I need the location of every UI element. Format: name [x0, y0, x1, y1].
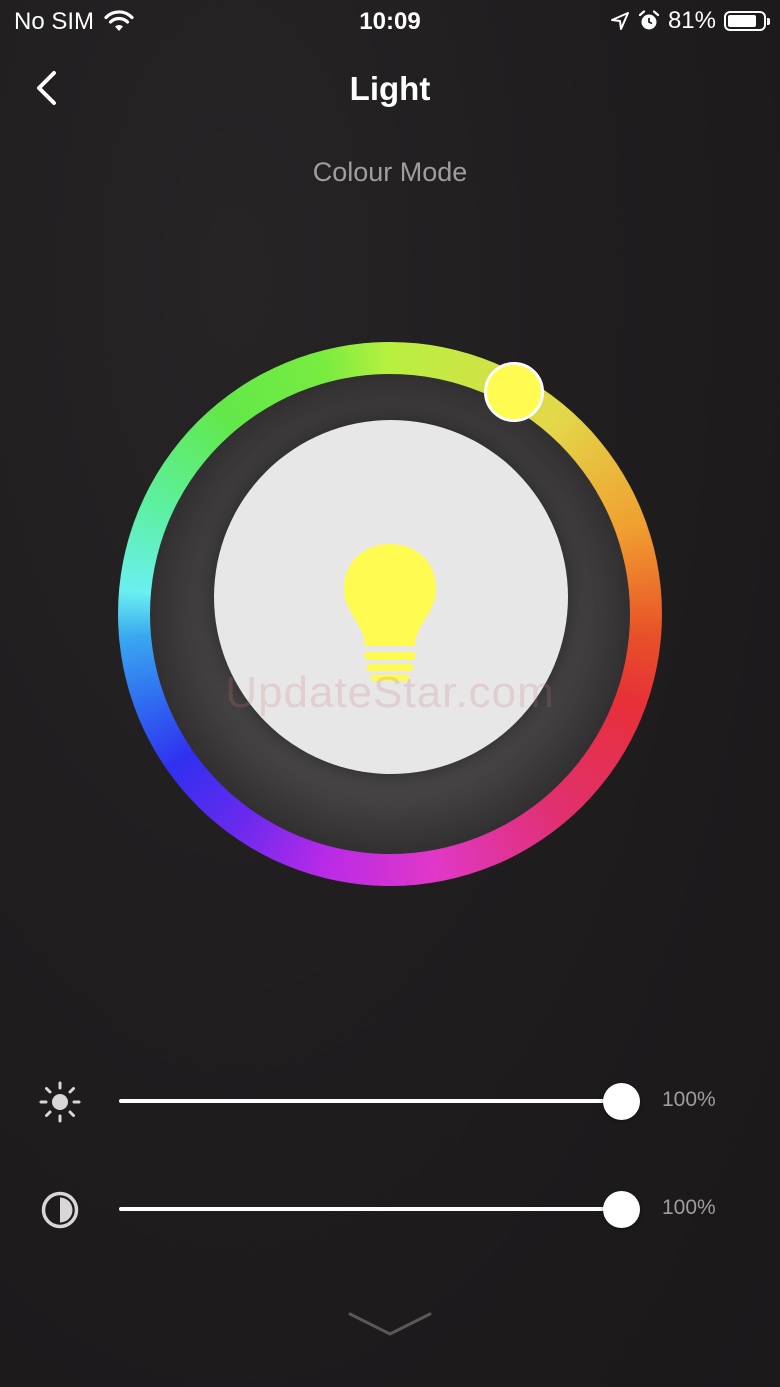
- location-arrow-icon: [610, 12, 629, 30]
- color-wheel[interactable]: [118, 342, 662, 886]
- status-right: 81%: [610, 7, 770, 35]
- colour-mode-label[interactable]: Colour Mode: [0, 157, 780, 188]
- contrast-thumb[interactable]: [603, 1191, 640, 1228]
- status-bar: No SIM 10:09 81%: [0, 0, 780, 44]
- contrast-value: 100%: [662, 1196, 716, 1219]
- page-title: Light: [349, 70, 431, 107]
- battery-fill: [728, 15, 756, 27]
- watermark: UpdateStar.com: [225, 668, 555, 717]
- brightness-icon: [39, 1081, 81, 1123]
- brightness-value: 100%: [662, 1088, 716, 1111]
- battery-icon: [724, 11, 770, 31]
- contrast-track[interactable]: [119, 1207, 621, 1211]
- brightness-track[interactable]: [119, 1099, 621, 1103]
- color-picker-handle[interactable]: [484, 362, 544, 422]
- brightness-thumb[interactable]: [603, 1083, 640, 1120]
- battery-percent: 81%: [667, 7, 716, 34]
- alarm-icon: [638, 10, 660, 30]
- contrast-slider-row: 100%: [0, 1178, 780, 1238]
- brightness-slider-row: 100%: [0, 1070, 780, 1130]
- contrast-icon: [41, 1191, 79, 1229]
- battery-cap: [767, 18, 770, 25]
- chevron-down-icon[interactable]: [340, 1302, 440, 1352]
